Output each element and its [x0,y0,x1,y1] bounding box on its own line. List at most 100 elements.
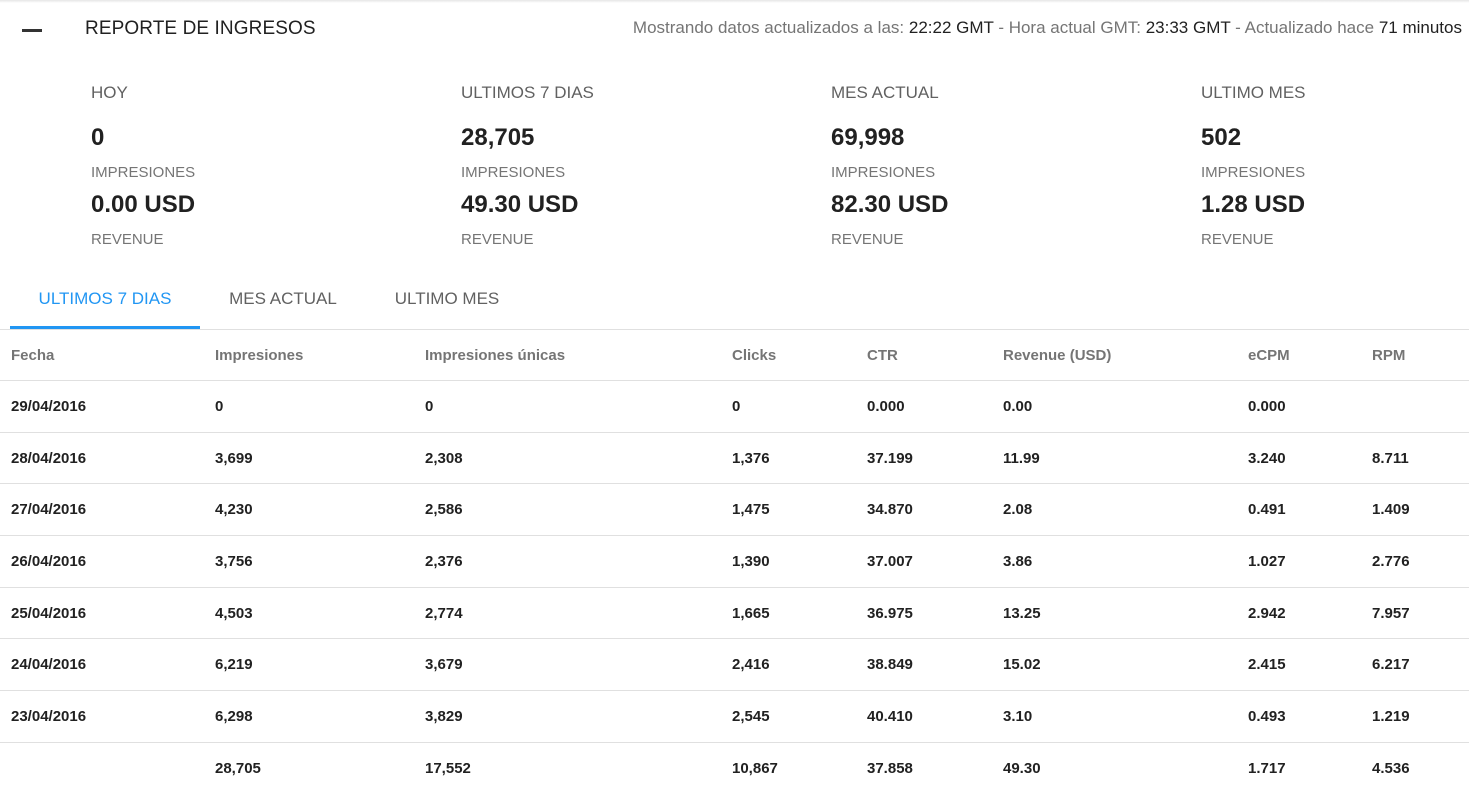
updated-time: 22:22 GMT [908,18,994,37]
cell-impresiones-unicas: 2,308 [425,449,463,467]
cell-revenue: 13.25 [1003,604,1041,622]
cell-clicks: 1,475 [732,501,770,519]
stat-impressions: 69,998 [831,124,905,151]
cell-ecpm: 0.000 [1248,398,1286,415]
table-row: 28/04/2016 3,699 2,308 1,376 37.199 11.9… [0,433,1469,485]
cell-revenue: 15.02 [1003,656,1041,674]
cell-ctr: 37.199 [867,449,913,467]
column-header-impresiones-unicas[interactable]: Impresiones únicas [425,330,565,381]
cell-impresiones-unicas: 2,774 [425,604,463,622]
tab-current-month[interactable]: MES ACTUAL [200,270,366,329]
summary-stats: HOY 0 IMPRESIONES 0.00 USD REVENUE ULTIM… [0,80,1469,255]
cell-clicks: 1,390 [732,553,770,571]
cell-impresiones-unicas: 2,376 [425,553,463,571]
cell-ecpm: 0.491 [1248,501,1286,519]
cell-clicks: 0 [732,398,741,415]
stat-impressions: 28,705 [461,124,535,151]
cell-ecpm: 3.240 [1248,449,1286,467]
stat-revenue-label: REVENUE [831,231,904,248]
cell-impresiones-unicas: 3,679 [425,656,463,674]
stat-card-last-7-days: ULTIMOS 7 DIAS 28,705 IMPRESIONES 49.30 … [461,80,791,255]
column-header-ctr[interactable]: CTR [867,330,898,381]
cell-rpm: 2.776 [1372,553,1410,571]
cell-clicks: 1,665 [732,604,770,622]
column-header-rpm[interactable]: RPM [1372,330,1405,381]
stat-card-last-month: ULTIMO MES 502 IMPRESIONES 1.28 USD REVE… [1201,80,1469,255]
cell-impresiones: 3,756 [215,553,253,571]
cell-rpm: 7.957 [1372,604,1410,622]
cell-impresiones: 4,230 [215,501,253,519]
cell-rpm: 8.711 [1372,449,1409,467]
ago-value: 71 minutos [1378,18,1462,37]
cell-fecha: 25/04/2016 [11,604,87,622]
report-title: REPORTE DE INGRESOS [85,18,316,39]
cell-ctr: 0.000 [867,398,905,415]
column-header-fecha[interactable]: Fecha [11,330,54,381]
stat-revenue-label: REVENUE [91,231,164,248]
cell-fecha: 23/04/2016 [11,708,87,726]
stat-impressions-label: IMPRESIONES [831,164,936,181]
stat-revenue: 1.28 USD [1201,191,1306,218]
cell-clicks: 1,376 [732,449,770,467]
cell-fecha: 26/04/2016 [11,553,87,571]
current-time: 23:33 GMT [1145,18,1231,37]
tab-last-7-days[interactable]: ULTIMOS 7 DIAS [10,270,200,329]
cell-rpm: 6.217 [1372,656,1410,674]
table-row: 23/04/2016 6,298 3,829 2,545 40.410 3.10… [0,691,1469,743]
cell-revenue: 3.10 [1003,708,1033,726]
table-row: 27/04/2016 4,230 2,586 1,475 34.870 2.08… [0,484,1469,537]
column-header-impresiones[interactable]: Impresiones [215,330,303,381]
collapse-icon[interactable] [22,29,42,32]
stat-period: ULTIMOS 7 DIAS [461,83,594,102]
stat-period: ULTIMO MES [1201,83,1306,102]
table-row: 29/04/2016 0 0 0 0.000 0.00 0.000 [0,381,1469,433]
stat-revenue-label: REVENUE [461,231,534,248]
stat-impressions-label: IMPRESIONES [461,164,566,181]
cell-impresiones-unicas-total: 17,552 [425,759,471,777]
cell-impresiones-total: 28,705 [215,759,261,777]
stat-impressions: 0 [91,124,105,151]
cell-rpm-total: 4.536 [1372,759,1410,777]
cell-fecha: 28/04/2016 [11,449,87,467]
cell-ctr: 34.870 [867,501,913,519]
stat-card-current-month: MES ACTUAL 69,998 IMPRESIONES 82.30 USD … [831,80,1161,255]
report-header: REPORTE DE INGRESOS Mostrando datos actu… [0,0,1469,58]
table-header-row: Fecha Impresiones Impresiones únicas Cli… [0,330,1469,381]
column-header-ecpm[interactable]: eCPM [1248,330,1290,381]
cell-ecpm: 0.493 [1248,708,1286,726]
column-header-revenue[interactable]: Revenue (USD) [1003,330,1111,381]
stat-impressions-label: IMPRESIONES [1201,164,1306,181]
cell-revenue: 0.00 [1003,398,1033,415]
cell-clicks: 2,545 [732,708,770,726]
active-tab-indicator [10,326,200,329]
table-totals-row: 28,705 17,552 10,867 37.858 49.30 1.717 … [0,743,1469,793]
stat-revenue: 0.00 USD [91,191,196,218]
cell-revenue-total: 49.30 [1003,759,1041,777]
tab-last-month[interactable]: ULTIMO MES [366,270,528,329]
cell-revenue: 11.99 [1003,449,1040,467]
update-status: Mostrando datos actualizados a las: 22:2… [633,18,1462,38]
column-header-clicks[interactable]: Clicks [732,330,776,381]
cell-impresiones: 6,219 [215,656,253,674]
cell-fecha: 27/04/2016 [11,501,87,519]
table-row: 26/04/2016 3,756 2,376 1,390 37.007 3.86… [0,536,1469,588]
ago-prefix: - Actualizado hace [1230,18,1375,37]
stat-revenue-label: REVENUE [1201,231,1274,248]
cell-revenue: 2.08 [1003,501,1033,519]
cell-impresiones-unicas: 0 [425,398,434,415]
cell-ecpm-total: 1.717 [1248,759,1286,777]
stat-impressions-label: IMPRESIONES [91,164,196,181]
stat-card-today: HOY 0 IMPRESIONES 0.00 USD REVENUE [91,80,421,255]
cell-impresiones: 3,699 [215,449,253,467]
cell-fecha: 29/04/2016 [11,398,87,415]
period-tabs: ULTIMOS 7 DIAS MES ACTUAL ULTIMO MES [0,270,1469,330]
cell-rpm: 1.409 [1372,501,1410,519]
revenue-table: Fecha Impresiones Impresiones únicas Cli… [0,330,1469,793]
stat-revenue: 82.30 USD [831,191,949,218]
cell-impresiones: 6,298 [215,708,253,726]
cell-revenue: 3.86 [1003,553,1033,571]
stat-revenue: 49.30 USD [461,191,579,218]
stat-period: MES ACTUAL [831,83,939,102]
status-prefix: Mostrando datos actualizados a las: [632,18,905,37]
cell-impresiones-unicas: 3,829 [425,708,463,726]
